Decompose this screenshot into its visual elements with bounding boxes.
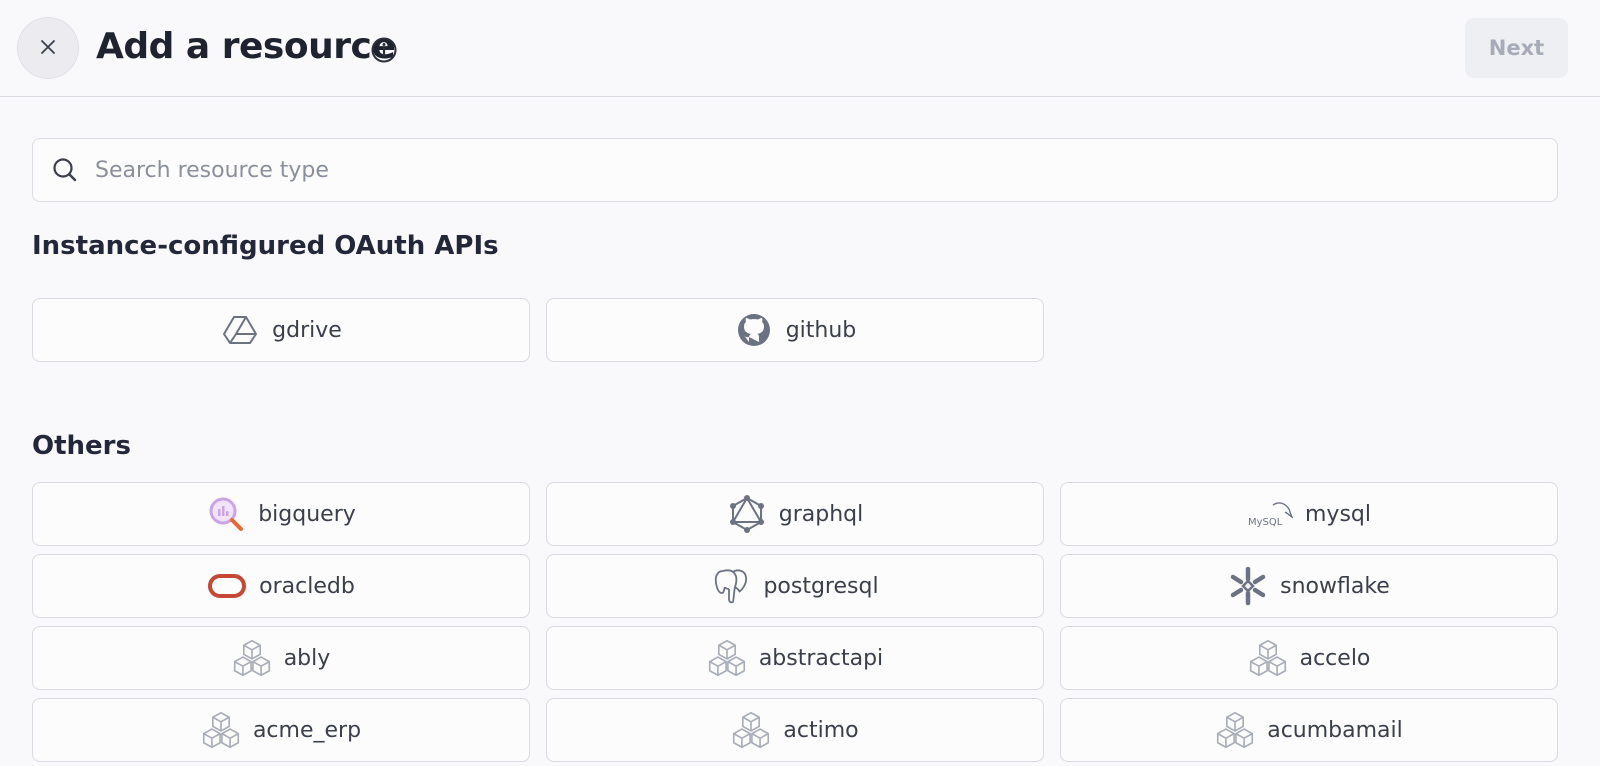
google-drive-icon [220,310,260,350]
search-icon [51,156,79,184]
resource-tile-acumbamail[interactable]: acumbamail [1060,698,1558,762]
mysql-icon: MySQL [1247,494,1293,534]
resource-tile-oracledb[interactable]: oracledb [32,554,530,618]
resource-tile-acme-erp[interactable]: acme_erp [32,698,530,762]
resource-label: acumbamail [1267,717,1403,743]
resource-tile-postgresql[interactable]: postgresql [546,554,1044,618]
cubes-icon [232,638,272,678]
resource-tile-mysql[interactable]: MySQL mysql [1060,482,1558,546]
close-icon [38,37,58,60]
resource-label: mysql [1305,501,1371,527]
svg-text:MySQL: MySQL [1248,517,1283,528]
postgresql-icon [711,566,751,606]
resource-tile-graphql[interactable]: graphql [546,482,1044,546]
search-box[interactable] [32,138,1558,202]
resource-tile-actimo[interactable]: actimo [546,698,1044,762]
section-title-oauth: Instance-configured OAuth APIs [32,231,499,261]
resource-tile-ably[interactable]: ably [32,626,530,690]
info-icon[interactable] [370,36,398,64]
resource-label: accelo [1299,645,1371,671]
cubes-icon [707,638,747,678]
resource-label: graphql [778,501,864,527]
resource-label: postgresql [763,573,879,599]
resource-label: acme_erp [252,717,362,743]
resource-tile-github[interactable]: github [546,298,1044,362]
cubes-icon [731,710,771,750]
cubes-icon [1215,710,1255,750]
resource-tile-accelo[interactable]: accelo [1060,626,1558,690]
resource-tile-bigquery[interactable]: bigquery [32,482,530,546]
header: Add a resource Next [0,0,1600,97]
cubes-icon [1248,638,1288,678]
page-title: Add a resource [96,26,396,67]
github-icon [734,310,774,350]
graphql-icon [727,494,767,534]
next-button[interactable]: Next [1465,18,1568,78]
resource-label: github [785,317,857,343]
resource-label: oracledb [259,573,355,599]
search-input[interactable] [93,150,1493,190]
oracle-icon [207,566,247,606]
resource-label: bigquery [258,501,356,527]
resource-tile-abstractapi[interactable]: abstractapi [546,626,1044,690]
resource-label: actimo [783,717,859,743]
bigquery-icon [206,494,246,534]
close-button[interactable] [17,17,79,79]
resource-label: ably [283,645,331,671]
resource-label: gdrive [272,317,342,343]
cubes-icon [201,710,241,750]
resource-label: snowflake [1280,573,1390,599]
snowflake-icon [1228,566,1268,606]
section-title-others: Others [32,431,131,461]
resource-label: abstractapi [758,645,884,671]
resource-tile-gdrive[interactable]: gdrive [32,298,530,362]
resource-tile-snowflake[interactable]: snowflake [1060,554,1558,618]
